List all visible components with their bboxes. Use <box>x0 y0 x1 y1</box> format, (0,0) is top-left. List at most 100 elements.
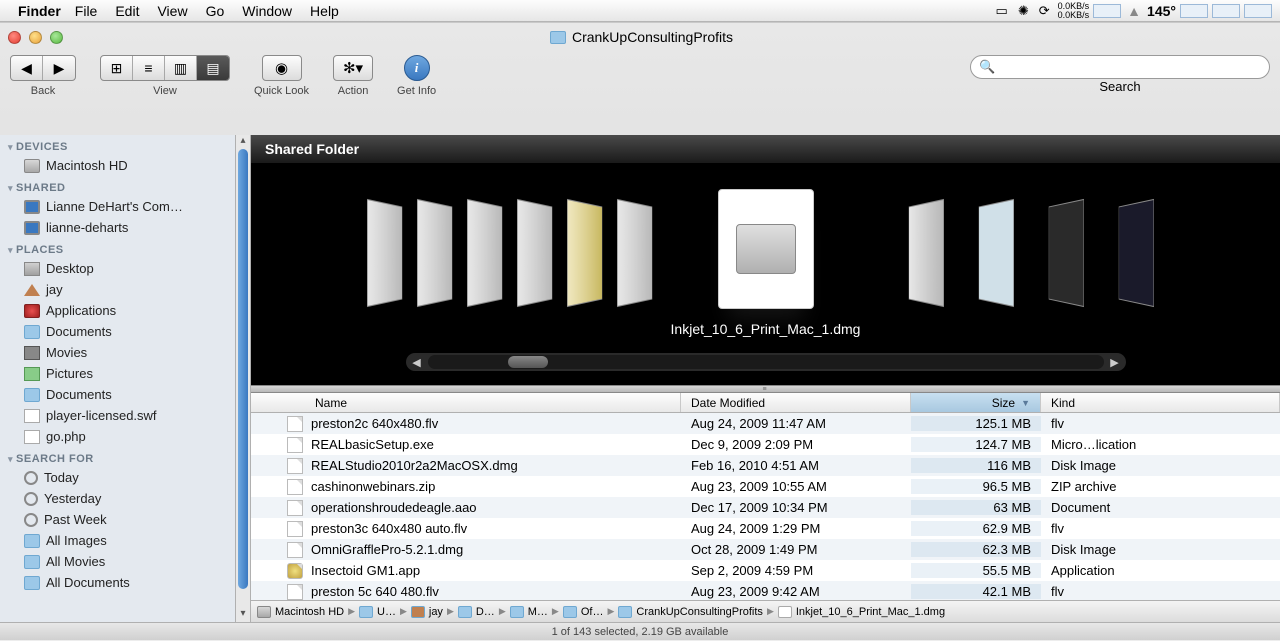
search-input[interactable] <box>999 60 1269 75</box>
sync-menu-icon[interactable]: ⟳ <box>1039 3 1050 19</box>
activity-graph-1-icon[interactable] <box>1180 4 1208 18</box>
close-button[interactable] <box>8 31 21 44</box>
sidebar-item-today[interactable]: Today <box>0 467 235 488</box>
sidebar-item-macintosh-hd[interactable]: Macintosh HD <box>0 155 235 176</box>
network-graph-icon[interactable] <box>1093 4 1121 18</box>
path-hd-icon <box>257 606 271 618</box>
cover-flow-right-icon[interactable]: ▶ <box>1104 356 1126 369</box>
menu-edit[interactable]: Edit <box>115 3 139 19</box>
table-row[interactable]: REALbasicSetup.exeDec 9, 2009 2:09 PM124… <box>251 434 1280 455</box>
column-name[interactable]: Name <box>251 393 681 412</box>
action-button[interactable]: ✻▾ <box>333 55 373 81</box>
back-button[interactable]: ◀ <box>11 56 43 80</box>
table-row[interactable]: operationshroudedeagle.aaoDec 17, 2009 1… <box>251 497 1280 518</box>
file-icon <box>287 584 303 600</box>
column-view-button[interactable]: ▥ <box>165 56 197 80</box>
path-segment[interactable]: CrankUpConsultingProfits <box>618 606 763 618</box>
table-row[interactable]: preston2c 640x480.flvAug 24, 2009 11:47 … <box>251 413 1280 434</box>
search-label: Search <box>1099 79 1140 94</box>
path-segment[interactable]: U… <box>359 606 396 618</box>
sidebar-scrollbar[interactable]: ▴ ▾ <box>236 135 251 622</box>
zoom-button[interactable] <box>50 31 63 44</box>
sidebar-item-shared-1[interactable]: lianne-deharts <box>0 217 235 238</box>
path-segment[interactable]: M… <box>510 606 548 618</box>
sidebar-item-go-php[interactable]: go.php <box>0 426 235 447</box>
file-kind: Disk Image <box>1041 458 1280 473</box>
sidebar-item-desktop[interactable]: Desktop <box>0 258 235 279</box>
file-kind: Application <box>1041 563 1280 578</box>
sidebar-item-movies[interactable]: Movies <box>0 342 235 363</box>
cover-flow-thumb[interactable] <box>508 356 548 368</box>
sidebar-item-all-images[interactable]: All Images <box>0 530 235 551</box>
sidebar-header-places[interactable]: PLACES <box>0 238 235 258</box>
display-menu-icon[interactable]: ▭ <box>996 3 1008 19</box>
scrollbar-thumb[interactable] <box>238 149 248 589</box>
cover-flow-scrollbar[interactable]: ◀ ▶ <box>406 353 1126 371</box>
monitor-icon <box>24 221 40 235</box>
scroll-up-icon[interactable]: ▴ <box>236 135 250 149</box>
coverflow-view-button[interactable]: ▤ <box>197 56 229 80</box>
list-view-button[interactable]: ≡ <box>133 56 165 80</box>
path-segment[interactable]: Macintosh HD <box>257 606 344 618</box>
sidebar-item-all-movies[interactable]: All Movies <box>0 551 235 572</box>
sidebar-item-player-swf[interactable]: player-licensed.swf <box>0 405 235 426</box>
sidebar: DEVICES Macintosh HD SHARED Lianne DeHar… <box>0 135 236 622</box>
activity-graph-2-icon[interactable] <box>1212 4 1240 18</box>
cover-flow-center-item[interactable] <box>718 189 814 309</box>
menu-go[interactable]: Go <box>206 3 225 19</box>
path-fold-icon <box>359 606 373 618</box>
sidebar-item-home[interactable]: jay <box>0 279 235 300</box>
sidebar-item-all-documents[interactable]: All Documents <box>0 572 235 593</box>
path-segment[interactable]: Of… <box>563 606 604 618</box>
table-row[interactable]: preston3c 640x480 auto.flvAug 24, 2009 1… <box>251 518 1280 539</box>
scroll-down-icon[interactable]: ▾ <box>236 608 250 622</box>
sidebar-header-shared[interactable]: SHARED <box>0 176 235 196</box>
file-date: Aug 23, 2009 9:42 AM <box>681 584 911 599</box>
icon-view-button[interactable]: ⊞ <box>101 56 133 80</box>
movies-icon <box>24 346 40 360</box>
column-kind[interactable]: Kind <box>1041 393 1280 412</box>
sidebar-item-documents[interactable]: Documents <box>0 321 235 342</box>
sidebar-header-devices[interactable]: DEVICES <box>0 135 235 155</box>
table-row[interactable]: Insectoid GM1.appSep 2, 2009 4:59 PM55.5… <box>251 560 1280 581</box>
paw-menu-icon[interactable]: ✺ <box>1018 3 1029 19</box>
menu-file[interactable]: File <box>75 3 98 19</box>
sidebar-item-past-week[interactable]: Past Week <box>0 509 235 530</box>
search-field[interactable]: 🔍 <box>970 55 1270 79</box>
chevron-right-icon: ▶ <box>447 606 454 617</box>
sidebar-header-searchfor[interactable]: SEARCH FOR <box>0 447 235 467</box>
cover-flow-left-icon[interactable]: ◀ <box>406 356 428 369</box>
forward-button[interactable]: ▶ <box>43 56 75 80</box>
split-grip[interactable]: ≡ <box>251 385 1280 393</box>
menu-help[interactable]: Help <box>310 3 339 19</box>
path-segment[interactable]: Inkjet_10_6_Print_Mac_1.dmg <box>778 606 945 618</box>
menu-window[interactable]: Window <box>242 3 292 19</box>
list-header: Name Date Modified Size▼ Kind <box>251 393 1280 413</box>
activity-graph-3-icon[interactable] <box>1244 4 1272 18</box>
sidebar-item-shared-0[interactable]: Lianne DeHart's Com… <box>0 196 235 217</box>
folder-icon <box>550 31 566 44</box>
sidebar-item-pictures[interactable]: Pictures <box>0 363 235 384</box>
sidebar-item-applications[interactable]: Applications <box>0 300 235 321</box>
table-row[interactable]: cashinonwebinars.zipAug 23, 2009 10:55 A… <box>251 476 1280 497</box>
file-icon <box>287 458 303 474</box>
sidebar-item-yesterday[interactable]: Yesterday <box>0 488 235 509</box>
path-segment[interactable]: D… <box>458 606 495 618</box>
column-size[interactable]: Size▼ <box>911 393 1041 412</box>
table-row[interactable]: OmniGrafflePro-5.2.1.dmgOct 28, 2009 1:4… <box>251 539 1280 560</box>
quick-look-button[interactable]: ◉ <box>262 55 302 81</box>
file-kind: Disk Image <box>1041 542 1280 557</box>
cover-flow[interactable]: Inkjet_10_6_Print_Mac_1.dmg ◀ ▶ <box>251 163 1280 385</box>
table-row[interactable]: preston 5c 640 480.flvAug 23, 2009 9:42 … <box>251 581 1280 600</box>
get-info-button[interactable]: i <box>404 55 430 81</box>
table-row[interactable]: REALStudio2010r2a2MacOSX.dmgFeb 16, 2010… <box>251 455 1280 476</box>
minimize-button[interactable] <box>29 31 42 44</box>
path-segment[interactable]: jay <box>411 606 443 618</box>
sidebar-item-documents-2[interactable]: Documents <box>0 384 235 405</box>
cover-flow-label: Inkjet_10_6_Print_Mac_1.dmg <box>251 321 1280 337</box>
menu-view[interactable]: View <box>157 3 187 19</box>
home-icon <box>24 284 40 296</box>
temperature-reading[interactable]: 145° <box>1147 3 1176 19</box>
app-name[interactable]: Finder <box>18 3 61 19</box>
column-date[interactable]: Date Modified <box>681 393 911 412</box>
